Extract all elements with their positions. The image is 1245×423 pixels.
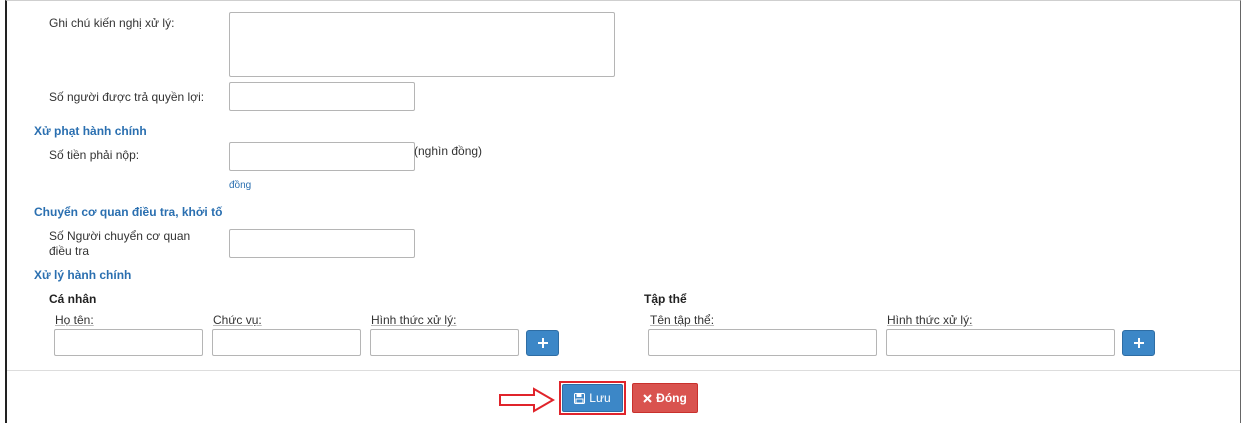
add-individual-button[interactable] <box>526 330 559 356</box>
investigation-persons-label-line2: điều tra <box>49 244 90 258</box>
collective-name-header: Tên tập thể: <box>650 313 715 327</box>
individual-position-header: Chức vụ: <box>213 313 262 327</box>
arrow-right-icon <box>499 387 555 413</box>
recommendation-note-input[interactable] <box>229 12 615 77</box>
admin-handling-title: Xử lý hành chính <box>34 268 132 282</box>
collective-title: Tập thể <box>644 292 687 306</box>
close-button[interactable]: Đóng <box>632 383 698 413</box>
individual-form-header: Hình thức xử lý: <box>371 313 457 327</box>
individual-position-input[interactable] <box>212 329 361 356</box>
investigation-persons-input[interactable] <box>229 229 415 258</box>
admin-penalty-title: Xử phạt hành chính <box>34 124 147 138</box>
individual-name-header: Họ tên: <box>55 313 94 327</box>
floppy-disk-icon <box>574 392 586 404</box>
close-button-label: Đóng <box>656 391 687 405</box>
save-button-highlight: Lưu <box>559 381 626 415</box>
save-button[interactable]: Lưu <box>562 384 623 412</box>
footer-divider <box>7 370 1240 371</box>
penalty-amount-unit: (nghìn đồng) <box>414 144 483 158</box>
penalty-amount-label: Số tiền phải nộp: <box>49 148 140 162</box>
individual-form-input[interactable] <box>370 329 519 356</box>
penalty-amount-hint: đồng <box>229 180 252 191</box>
beneficiaries-input[interactable] <box>229 82 415 111</box>
plus-icon <box>537 338 548 348</box>
investigation-persons-label-line1: Số Người chuyển cơ quan <box>49 229 191 243</box>
save-button-label: Lưu <box>589 391 611 405</box>
individual-title: Cá nhân <box>49 292 97 306</box>
individual-name-input[interactable] <box>54 329 203 356</box>
plus-icon <box>1133 338 1144 348</box>
collective-form-input[interactable] <box>886 329 1115 356</box>
collective-name-input[interactable] <box>648 329 877 356</box>
investigation-persons-label: Số Người chuyển cơ quan điều tra <box>49 229 190 259</box>
add-collective-button[interactable] <box>1122 330 1155 356</box>
collective-form-header: Hình thức xử lý: <box>887 313 973 327</box>
recommendation-note-label: Ghi chú kiến nghị xử lý: <box>49 16 175 30</box>
investigation-title: Chuyển cơ quan điều tra, khởi tố <box>34 205 223 219</box>
beneficiaries-label: Số người được trả quyền lợi: <box>49 90 205 104</box>
penalty-amount-input[interactable] <box>229 142 415 171</box>
x-icon <box>643 393 652 403</box>
